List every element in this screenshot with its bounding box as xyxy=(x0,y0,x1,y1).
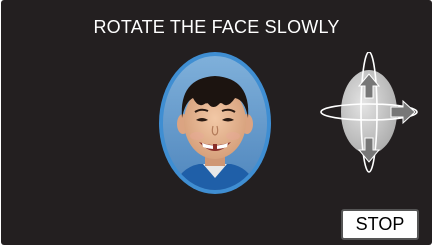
stop-button[interactable]: STOP xyxy=(341,209,419,240)
face-frame xyxy=(159,52,271,194)
child-face-photo xyxy=(163,56,267,190)
face-registration-screen: ROTATE THE FACE SLOWLY STOP xyxy=(1,0,432,245)
rotate-sphere-icon xyxy=(320,52,418,173)
instruction-text: ROTATE THE FACE SLOWLY xyxy=(93,17,340,37)
